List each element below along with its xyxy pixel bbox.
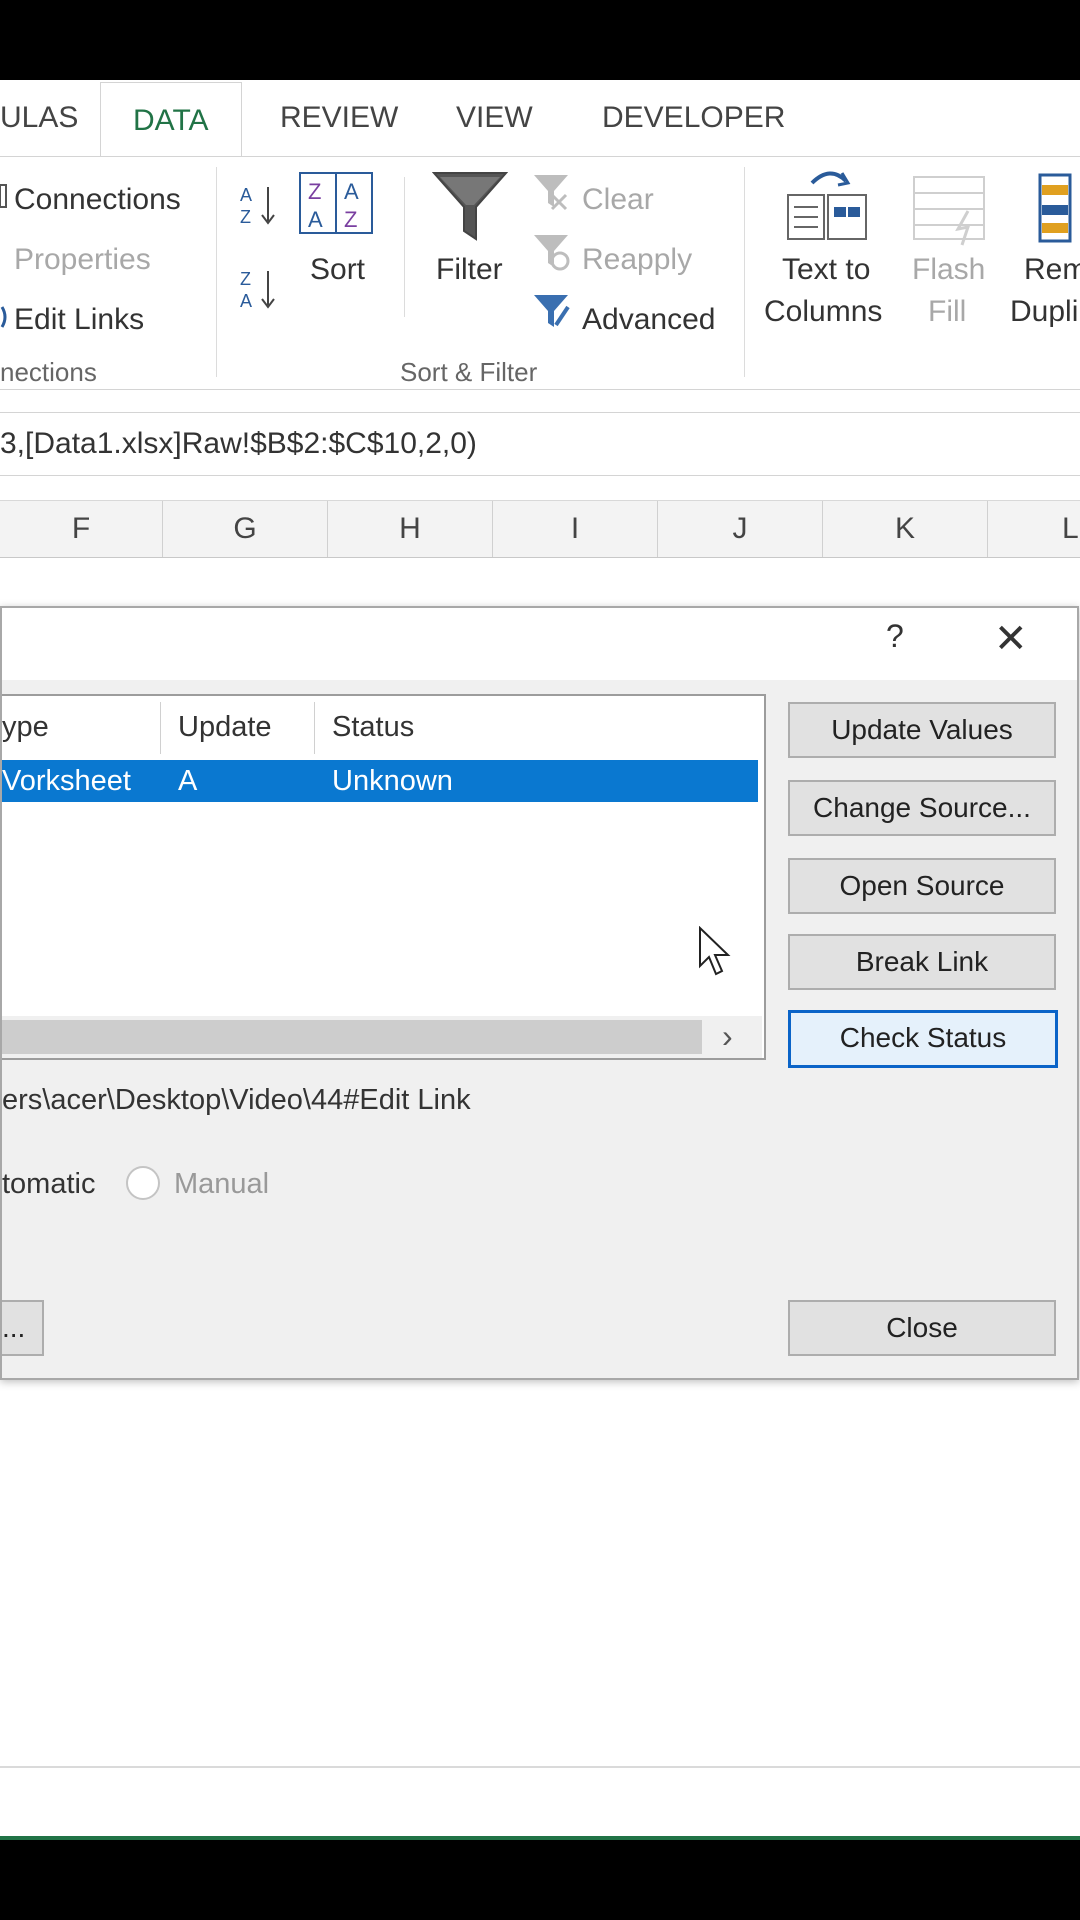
- scrollbar-thumb[interactable]: [2, 1020, 702, 1054]
- group-divider: [216, 167, 217, 377]
- formula-text: 3,[Data1.xlsx]Raw!$B$2:$C$10,2,0): [0, 427, 477, 460]
- column-header-k[interactable]: K: [823, 501, 988, 557]
- svg-text:Z: Z: [240, 269, 251, 289]
- sort-button[interactable]: Sort: [310, 253, 365, 287]
- sort-icon[interactable]: Z A A Z: [298, 171, 376, 237]
- flash-fill-line1[interactable]: Flash: [912, 253, 985, 287]
- group-divider: [404, 177, 405, 317]
- svg-text:Z: Z: [344, 207, 357, 232]
- dialog-title-bar: ? ✕: [2, 608, 1077, 680]
- row-type: Vorksheet: [2, 765, 131, 797]
- svg-text:A: A: [240, 291, 252, 311]
- connections-icon: [0, 184, 7, 208]
- header-divider: [314, 702, 315, 754]
- column-header-l[interactable]: L: [988, 501, 1080, 557]
- reapply-button[interactable]: Reapply: [582, 243, 692, 277]
- row-status: Unknown: [332, 765, 453, 797]
- column-header-g[interactable]: G: [163, 501, 328, 557]
- svg-text:A: A: [308, 207, 323, 232]
- flash-fill-line2[interactable]: Fill: [928, 295, 966, 329]
- open-source-button[interactable]: Open Source: [788, 858, 1056, 914]
- remove-duplicates-line2[interactable]: Dupli: [1010, 295, 1078, 329]
- filter-button[interactable]: Filter: [436, 253, 503, 287]
- header-status[interactable]: Status: [332, 696, 414, 758]
- break-link-button[interactable]: Break Link: [788, 934, 1056, 990]
- ribbon-tabs: ULAS DATA REVIEW VIEW DEVELOPER: [0, 80, 1080, 157]
- clear-filter-icon: [534, 175, 568, 211]
- edit-links-icon: [0, 306, 7, 328]
- edit-links-button[interactable]: Edit Links: [14, 303, 144, 337]
- text-to-columns-line1[interactable]: Text to: [782, 253, 870, 287]
- column-headers: F G H I J K L: [0, 500, 1080, 558]
- status-bar-edge: [0, 1836, 1080, 1840]
- remove-duplicates-line1[interactable]: Rem: [1024, 253, 1080, 287]
- tab-review[interactable]: REVIEW: [280, 80, 398, 156]
- group-divider: [744, 167, 745, 377]
- flash-fill-icon: [913, 176, 985, 246]
- edit-links-dialog: ? ✕ ype Update Status Vorksheet A Unknow…: [0, 606, 1079, 1380]
- column-header-h[interactable]: H: [328, 501, 493, 557]
- help-button[interactable]: ?: [886, 618, 904, 655]
- source-path: ers\acer\Desktop\Video\44#Edit Link: [2, 1084, 471, 1116]
- header-divider: [160, 702, 161, 754]
- sort-z-to-a-icon[interactable]: Z A: [238, 265, 282, 313]
- close-icon[interactable]: ✕: [994, 616, 1028, 662]
- svg-text:Z: Z: [240, 207, 251, 227]
- sort-a-to-z-icon[interactable]: A Z: [238, 181, 282, 229]
- tab-developer[interactable]: DEVELOPER: [602, 80, 785, 156]
- horizontal-scrollbar[interactable]: ›: [2, 1016, 762, 1058]
- sheet-divider: [0, 1766, 1080, 1768]
- check-status-button[interactable]: Check Status: [788, 1010, 1058, 1068]
- clear-button[interactable]: Clear: [582, 183, 654, 217]
- connections-group-label: nections: [0, 357, 97, 387]
- reapply-filter-icon: [534, 235, 570, 271]
- column-header-f[interactable]: F: [0, 501, 163, 557]
- tab-view[interactable]: VIEW: [456, 80, 533, 156]
- connections-button[interactable]: Connections: [14, 183, 181, 217]
- svg-text:A: A: [240, 185, 252, 205]
- ribbon-data: Connections Properties Edit Links nectio…: [0, 156, 1080, 390]
- svg-text:A: A: [344, 179, 359, 204]
- manual-radio-label[interactable]: Manual: [174, 1168, 269, 1201]
- advanced-filter-icon: [534, 295, 570, 327]
- mouse-pointer-icon: [699, 926, 731, 976]
- row-update: A: [178, 765, 198, 797]
- links-list[interactable]: ype Update Status Vorksheet A Unknown ›: [2, 694, 766, 1060]
- remove-duplicates-icon[interactable]: [1038, 171, 1080, 247]
- excel-window: ULAS DATA REVIEW VIEW DEVELOPER Connecti…: [0, 80, 1080, 1840]
- svg-text:Z: Z: [308, 179, 321, 204]
- properties-button[interactable]: Properties: [14, 243, 151, 277]
- tab-formulas[interactable]: ULAS: [0, 80, 78, 156]
- header-update[interactable]: Update: [178, 696, 272, 758]
- filter-funnel-icon[interactable]: [432, 169, 508, 243]
- manual-radio[interactable]: [126, 1166, 160, 1200]
- header-type[interactable]: ype: [2, 696, 49, 758]
- advanced-button[interactable]: Advanced: [582, 303, 715, 337]
- sort-filter-group-label: Sort & Filter: [400, 357, 538, 387]
- column-header-j[interactable]: J: [658, 501, 823, 557]
- formula-bar[interactable]: 3,[Data1.xlsx]Raw!$B$2:$C$10,2,0): [0, 412, 1080, 476]
- table-row-selected[interactable]: Vorksheet A Unknown: [2, 760, 758, 802]
- startup-prompt-button[interactable]: ...: [2, 1300, 44, 1356]
- scroll-right-arrow-icon[interactable]: ›: [722, 1018, 733, 1055]
- text-to-columns-line2[interactable]: Columns: [764, 295, 882, 329]
- text-to-columns-icon[interactable]: [786, 165, 868, 247]
- close-button[interactable]: Close: [788, 1300, 1056, 1356]
- change-source-button[interactable]: Change Source...: [788, 780, 1056, 836]
- update-automatic-radio-label[interactable]: tomatic: [2, 1168, 95, 1201]
- column-header-i[interactable]: I: [493, 501, 658, 557]
- update-values-button[interactable]: Update Values: [788, 702, 1056, 758]
- tab-data[interactable]: DATA: [100, 82, 242, 157]
